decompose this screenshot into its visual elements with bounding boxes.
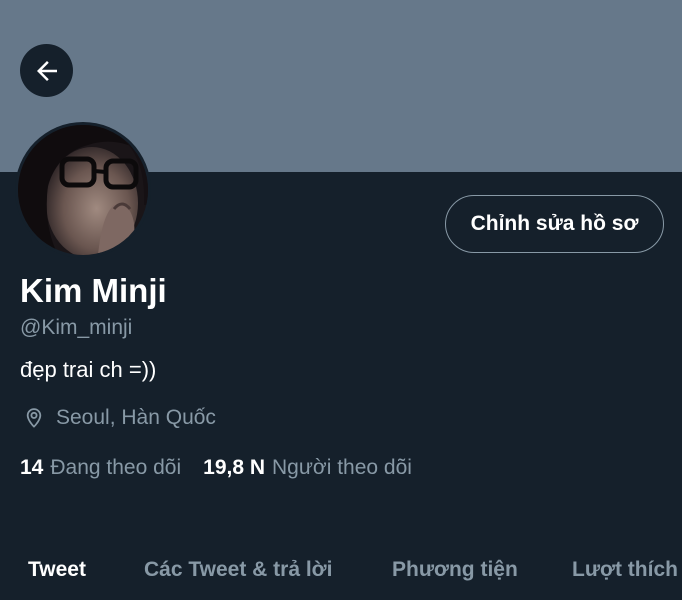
- tab-likes[interactable]: Lượt thích: [572, 558, 678, 582]
- arrow-left-icon: [36, 60, 57, 81]
- location-text: Seoul, Hàn Quốc: [56, 406, 216, 429]
- profile-tabs: Tweet Các Tweet & trả lời Phương tiện Lư…: [0, 552, 682, 600]
- following-label: Đang theo dõi: [50, 456, 182, 479]
- avatar[interactable]: [15, 122, 151, 258]
- following-stat[interactable]: 14 Đang theo dõi: [20, 456, 181, 480]
- tab-media[interactable]: Phương tiện: [392, 558, 518, 582]
- back-button[interactable]: [20, 44, 73, 97]
- followers-stat[interactable]: 19,8 N Người theo dõi: [203, 456, 412, 480]
- tab-tweets[interactable]: Tweet: [28, 558, 86, 582]
- location-pin-icon: [26, 408, 42, 428]
- display-name: Kim Minji: [20, 272, 167, 309]
- follow-stats: 14 Đang theo dõi 19,8 N Người theo dõi: [20, 456, 412, 480]
- following-count: 14: [20, 456, 44, 479]
- edit-profile-button[interactable]: Chỉnh sửa hồ sơ: [445, 195, 664, 253]
- location: Seoul, Hàn Quốc: [22, 406, 216, 430]
- tab-tweets-and-replies[interactable]: Các Tweet & trả lời: [144, 558, 332, 582]
- user-handle: @Kim_minji: [20, 316, 133, 339]
- bio: đẹp trai ch =)): [20, 357, 157, 382]
- followers-label: Người theo dõi: [272, 456, 412, 479]
- followers-count: 19,8 N: [203, 456, 266, 479]
- avatar-image: [18, 125, 148, 255]
